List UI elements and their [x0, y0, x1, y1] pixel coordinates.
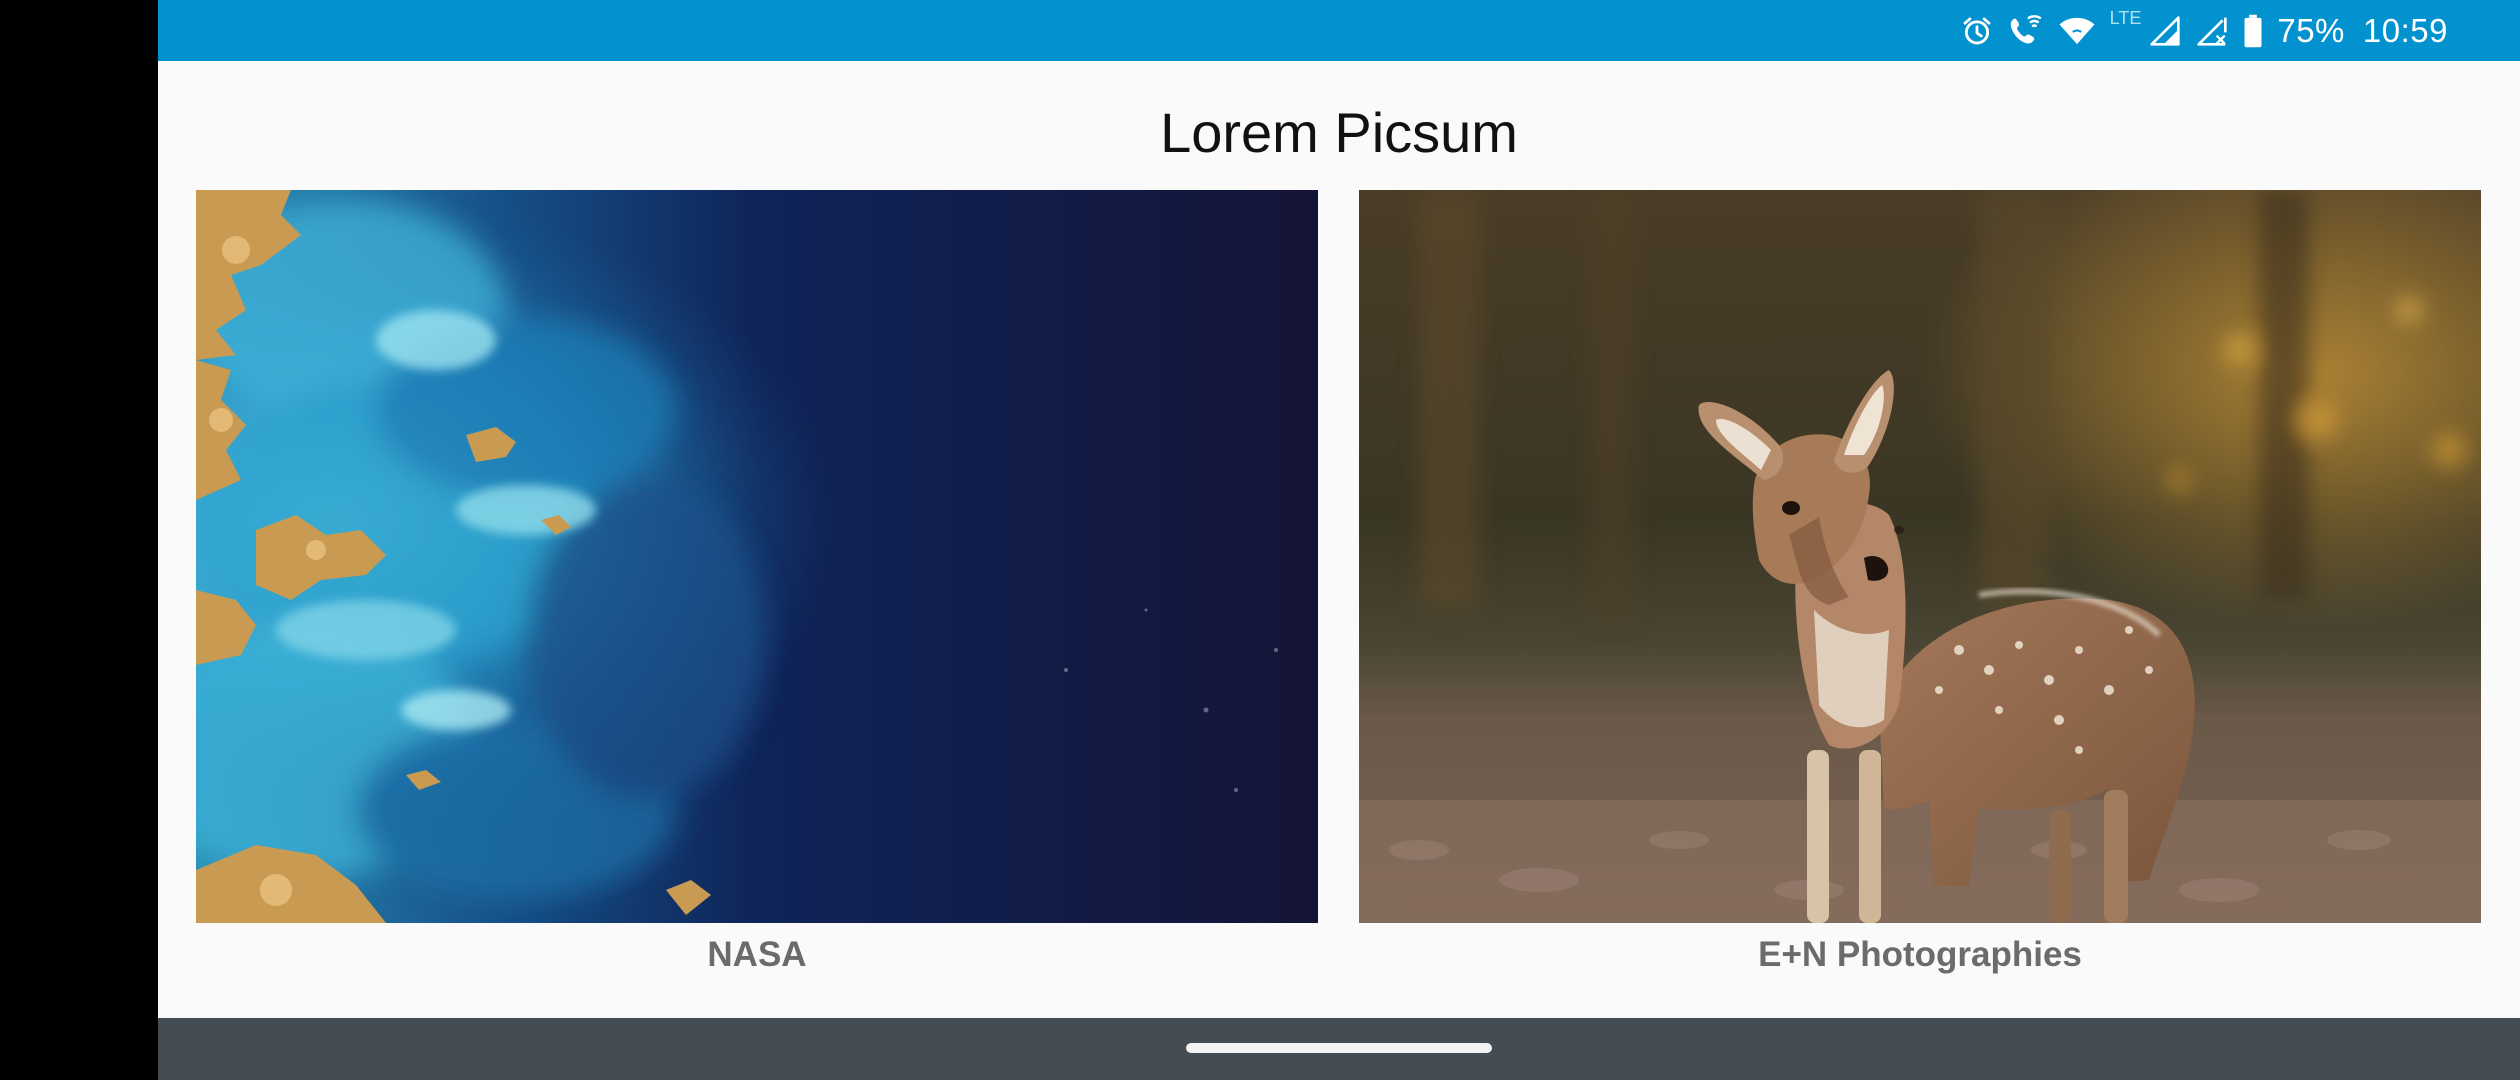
status-bar: LTE 75% 10:59	[158, 0, 2520, 61]
lte-label: LTE	[2109, 8, 2142, 28]
app-window: LTE 75% 10:59 Lorem Picsum NASA E+N Phot…	[158, 0, 2520, 1080]
photo-author: E+N Photographies	[1758, 935, 2082, 974]
photo-card[interactable]: E+N Photographies	[1359, 190, 2481, 975]
signal-icon	[2149, 15, 2181, 47]
page-title: Lorem Picsum	[1160, 101, 1518, 164]
photo-image[interactable]	[196, 190, 1318, 923]
photo-card[interactable]: NASA	[196, 190, 1318, 975]
clock-time: 10:59	[2362, 11, 2448, 49]
alarm-icon	[1960, 14, 1994, 48]
signal-no-service-icon	[2195, 15, 2229, 47]
wifi-calling-icon	[2008, 14, 2044, 48]
display-cutout	[0, 0, 158, 1080]
battery-icon	[2243, 14, 2263, 48]
status-icons: LTE 75% 10:59	[1960, 0, 2448, 61]
battery-percent: 75%	[2277, 11, 2345, 49]
photo-author: NASA	[707, 935, 807, 974]
device-screen: LTE 75% 10:59 Lorem Picsum NASA E+N Phot…	[0, 0, 2520, 1080]
photo-image[interactable]	[1359, 190, 2481, 923]
navigation-bar	[158, 1018, 2520, 1080]
home-handle[interactable]	[1186, 1043, 1492, 1053]
wifi-icon	[2058, 15, 2096, 47]
